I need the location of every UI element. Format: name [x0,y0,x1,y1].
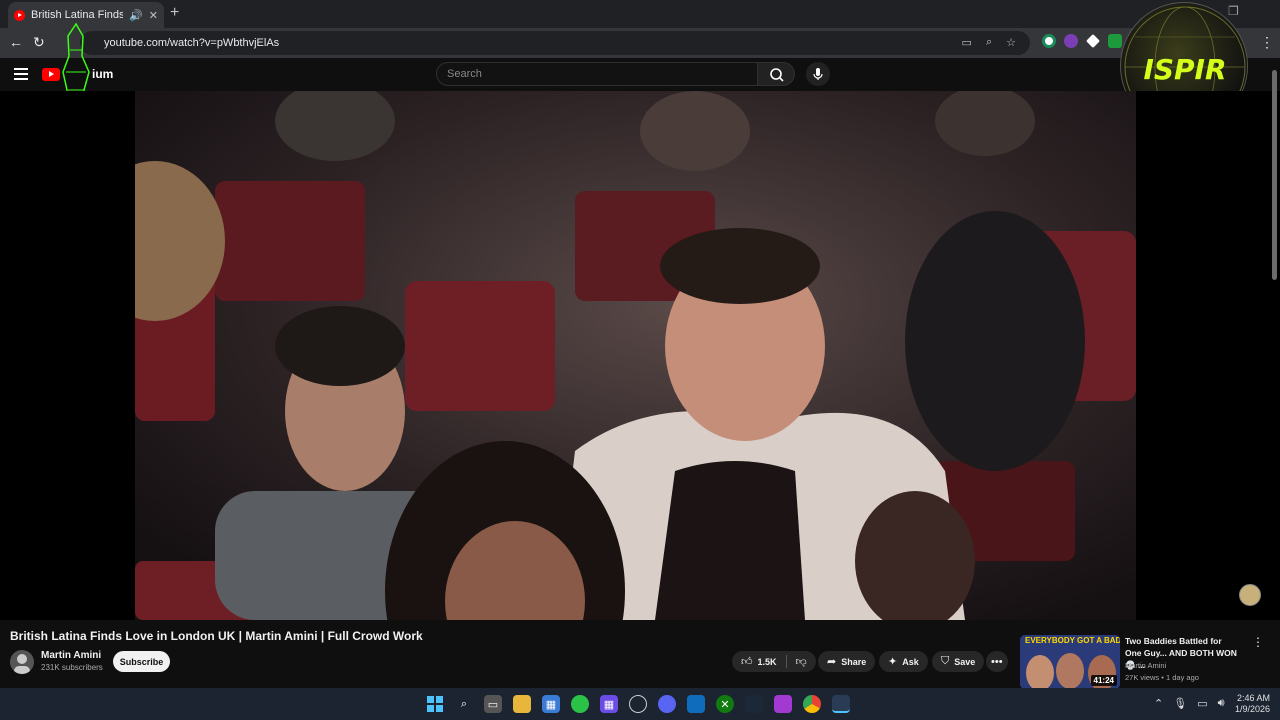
ask-button[interactable]: ✦ Ask [879,651,928,672]
save-button[interactable]: ⛉ Save [932,651,985,672]
more-actions-button[interactable]: ••• [986,651,1008,672]
logo-text: ISPIR [1143,53,1227,86]
extension-icon[interactable] [1064,34,1078,48]
share-label: Share [841,656,867,667]
scrollbar-thumb[interactable] [1272,70,1277,280]
video-frame-image [135,91,1136,620]
share-icon: ➦ [827,656,837,668]
thumbs-down-icon[interactable]: 👎︎ [796,655,807,668]
extension-icon[interactable] [1108,34,1122,48]
system-tray: ⌃ 🎙︎ ▭ 🔊︎ [1154,697,1225,710]
subscriber-count: 231K subscribers [41,663,103,672]
recommended-channel[interactable]: Martin Amini [1125,661,1166,670]
save-label: Save [954,656,976,667]
extension-icon[interactable] [1042,34,1056,48]
store-icon[interactable]: ▦ [542,695,560,713]
bookmark-star-icon[interactable]: ☆ [1006,36,1016,49]
tab-close-icon[interactable]: ✕ [149,9,158,22]
back-button[interactable]: ← [9,34,23,50]
steam-active-icon[interactable] [832,695,850,713]
windows-start-icon[interactable] [426,695,444,713]
youtube-header: ium Search [0,58,1280,91]
page-scrollbar[interactable] [1270,60,1278,680]
chevron-up-icon[interactable]: ⌃ [1154,697,1163,710]
search-icon[interactable]: ⌕ [455,695,473,713]
browser-toolbar: ← ↻ youtube.com/watch?v=pWbthvjElAs ▭ ⌕ … [0,28,1280,58]
file-explorer-icon[interactable] [513,695,531,713]
outlook-icon[interactable] [687,695,705,713]
extension-icon[interactable] [1086,34,1100,48]
floating-avatar-icon[interactable] [1239,584,1261,606]
share-button[interactable]: ➦ Share [818,651,876,672]
recommended-meta: 27K views • 1 day ago [1125,673,1199,682]
clock-date: 1/9/2026 [1234,704,1270,714]
search-input[interactable]: Search [436,62,758,86]
voice-search-button[interactable] [806,62,830,86]
app-grid-icon[interactable]: ▦ [600,695,618,713]
app-icon[interactable] [571,695,589,713]
more-icon: ••• [991,655,1003,668]
monitor-icon[interactable]: ▭ [1197,697,1207,710]
like-count[interactable]: 1.5K [758,657,777,667]
cast-icon[interactable]: ▭ [962,36,972,49]
channel-avatar[interactable] [10,650,34,674]
url-text: youtube.com/watch?v=pWbthvjElAs [104,37,280,49]
thumbnail-text: EVERYBODY GOT A BADDIE [1025,636,1120,645]
taskbar: ⌕ ▭ ▦ ▦ ✕ ⌃ 🎙︎ ▭ 🔊︎ 2:46 AM 1/9/2026 [0,688,1280,720]
system-clock[interactable]: 2:46 AM 1/9/2026 [1232,693,1270,715]
divider [785,655,787,668]
subscribe-button[interactable]: Subscribe [113,651,170,672]
zoom-icon[interactable]: ⌕ [986,36,992,49]
recommended-menu-icon[interactable]: ⋮ [1252,635,1264,649]
volume-icon[interactable]: 🔊︎ [1218,697,1225,710]
channel-name[interactable]: Martin Amini [41,650,101,661]
chrome-menu-icon[interactable]: ⋮ [1260,34,1274,51]
video-player[interactable] [0,91,1280,620]
extensions-area [1042,34,1122,48]
new-tab-button[interactable]: + [170,4,179,22]
microphone-icon [813,68,823,80]
thumbs-up-icon[interactable]: 👍︎ [741,655,753,668]
like-dislike-group: 👍︎ 1.5K 👎︎ [732,651,816,672]
ask-label: Ask [902,656,919,667]
app-icon[interactable] [774,695,792,713]
youtube-favicon-icon [14,9,25,21]
address-bar[interactable]: youtube.com/watch?v=pWbthvjElAs ▭ ⌕ ☆ [80,31,1030,55]
recommended-thumbnail[interactable]: EVERYBODY GOT A BADDIE 41:24 [1020,635,1120,689]
taskbar-apps: ⌕ ▭ ▦ ▦ ✕ [426,695,850,713]
xbox-icon[interactable]: ✕ [716,695,734,713]
video-info: British Latina Finds Love in London UK |… [0,620,1280,689]
video-title: British Latina Finds Love in London UK |… [10,629,423,643]
speaker-icon[interactable]: 🔊 [129,9,143,22]
sparkle-icon: ✦ [888,656,898,668]
browser-tab-bar: British Latina Finds Love in 🔊 ✕ + ❐ [0,0,1280,28]
reload-button[interactable]: ↻ [33,34,45,51]
microphone-icon[interactable]: 🎙︎ [1173,697,1187,710]
search-button[interactable] [757,62,795,86]
task-view-icon[interactable]: ▭ [484,695,502,713]
obs-icon[interactable] [629,695,647,713]
bookmark-icon: ⛉ [941,655,950,667]
clock-time: 2:46 AM [1236,693,1270,703]
steam-icon[interactable] [745,695,763,713]
chrome-icon[interactable] [803,695,821,713]
hamburger-menu-icon[interactable] [14,68,28,80]
discord-icon[interactable] [658,695,676,713]
search-icon [770,68,784,82]
video-duration: 41:24 [1090,675,1117,686]
video-frame[interactable] [135,91,1136,620]
